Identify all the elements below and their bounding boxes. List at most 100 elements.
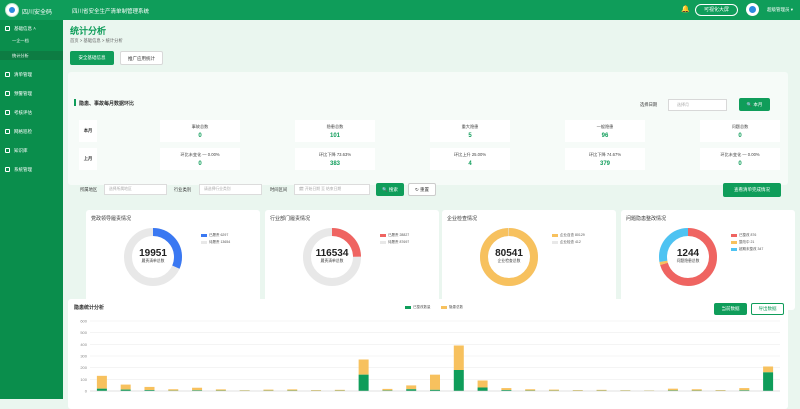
app-logo — [5, 3, 19, 17]
sidebar-item-checklist[interactable]: 清单管理 — [0, 70, 63, 79]
bar-total — [620, 390, 630, 391]
y-tick-label: 100 — [80, 377, 87, 382]
export-data-button[interactable]: 导出数据 — [751, 303, 784, 315]
bar-total — [192, 388, 202, 391]
donut-center: 1244问题隐患总数 — [658, 248, 718, 264]
legend-name: 企业检查 — [560, 240, 574, 244]
bar-total — [478, 381, 488, 388]
start-date-placeholder: 开始日期 — [305, 187, 320, 191]
month-picker[interactable]: 选择月 — [668, 99, 727, 111]
sidebar-subitem-statistics[interactable]: 统计分析 — [0, 51, 63, 60]
bar-total — [144, 387, 154, 390]
legend-item: 待履责 13654 — [201, 240, 230, 245]
donut-title: 行业部门履责情况 — [270, 215, 310, 222]
top-header: 四川安全码 四川省安全生产清单制管理系统 🔔 可视化大屏 超级管理员 ▾ — [0, 0, 800, 20]
donut-card-party: 党政领导履责情况 19951履责清单总数 已履责 6297 待履责 13654 — [86, 210, 260, 310]
legend-name: 已履责 — [209, 233, 220, 237]
bar-rectified — [359, 375, 369, 391]
sidebar-item-patrol[interactable]: 网格巡检 — [0, 127, 63, 136]
grid-icon — [5, 129, 10, 134]
bar-total — [359, 360, 369, 375]
sidebar-subitem-company[interactable]: 一企一档 — [0, 36, 63, 45]
legend-name: 整改中 — [739, 240, 750, 244]
current-data-button[interactable]: 当前数据 — [714, 303, 747, 315]
sidebar-item-basic[interactable]: 基础信息 ˄ — [0, 24, 63, 33]
legend-value: 6297 — [220, 233, 228, 237]
legend-item: 整改中 21 — [731, 240, 754, 245]
donut-center: 19951履责清单总数 — [123, 248, 183, 264]
gear-icon — [5, 167, 10, 172]
tab-safety-info[interactable]: 安全基础信息 — [70, 51, 114, 65]
legend-name: 已整改数量 — [413, 305, 431, 309]
sidebar-item-assessment[interactable]: 考核评估 — [0, 108, 63, 117]
bar-total — [668, 389, 678, 391]
donut-title: 党政领导履责情况 — [91, 215, 131, 222]
bigscreen-button[interactable]: 可视化大屏 — [695, 4, 738, 16]
main-content: 统计分析 首页 > 基础信息 > 统计分析 安全基础信息 推广应用统计 隐患、事… — [63, 20, 800, 399]
legend-name: 已履责 — [388, 233, 399, 237]
stat-label: 问题总数 — [700, 124, 780, 130]
sidebar-item-knowledge[interactable]: 知识库 — [0, 146, 63, 155]
donut-card-rectification: 问题隐患整改情况 1244问题隐患总数 已整改 876 整改中 21 超期未整改… — [621, 210, 795, 310]
search-button[interactable]: 🔍 搜索 — [376, 183, 404, 196]
change-text: 环比上升 25.00% — [430, 152, 510, 158]
row-label-this-month: 本月 — [79, 120, 97, 142]
date-range-input[interactable]: 🗓 开始日期 至 结束日期 — [294, 184, 370, 195]
legend-item: 已履责 28827 — [380, 233, 409, 238]
legend-item: 超期未整改 347 — [731, 247, 763, 252]
sidebar-item-label: 网格巡检 — [14, 129, 32, 134]
compare-title: 隐患、事故每月数据环比 — [79, 100, 134, 107]
sidebar-item-warning[interactable]: 预警管理 — [0, 89, 63, 98]
industry-label: 行业类别 — [174, 187, 191, 193]
this-month-button[interactable]: 🔍 本月 — [739, 98, 770, 111]
bar-total — [240, 390, 250, 391]
stat-value: 0 — [700, 133, 780, 139]
stat-value: 4 — [430, 161, 510, 167]
sidebar-item-label: 系统管理 — [14, 167, 32, 172]
checklist-report-button[interactable]: 查看清单完成情况 — [723, 183, 781, 197]
search-label: 搜索 — [389, 187, 398, 192]
stat-value: 0 — [700, 161, 780, 167]
reset-button[interactable]: ↻ 重置 — [408, 183, 436, 196]
region-label: 所属地区 — [80, 187, 97, 193]
sidebar-item-system[interactable]: 系统管理 — [0, 165, 63, 174]
change-text: 环比下降 74.67% — [565, 152, 645, 158]
date-sep: 至 — [321, 187, 325, 191]
donut-title: 企业检查情况 — [447, 215, 477, 222]
region-select[interactable]: 选择所属地区 — [104, 184, 167, 195]
change-text: 环比下降 73.63% — [295, 152, 375, 158]
bar-total — [121, 385, 131, 390]
page-title: 统计分析 — [70, 24, 106, 37]
end-date-placeholder: 结束日期 — [326, 187, 341, 191]
change-text: 环比未变化 — 0.00% — [160, 152, 240, 158]
change-hazards: 环比下降 73.63%383 — [295, 148, 375, 170]
user-menu[interactable]: 超级管理员 ▾ — [767, 7, 793, 13]
info-icon — [5, 26, 10, 31]
legend-value: 28827 — [399, 233, 409, 237]
industry-select[interactable]: 请选择行业类别 — [199, 184, 262, 195]
bar-total — [406, 385, 416, 389]
legend-value: 876 — [750, 233, 756, 237]
change-major: 环比上升 25.00% 4 — [430, 148, 510, 170]
stat-general: 一般隐患96 — [565, 120, 645, 142]
tab-promotion[interactable]: 推广应用统计 — [120, 51, 163, 65]
shield-icon — [5, 91, 10, 96]
donut-total: 1244 — [658, 248, 718, 259]
bar-total — [525, 389, 535, 390]
bar-total — [597, 390, 607, 391]
bar-rectified — [97, 389, 107, 391]
y-tick-label: 600 — [80, 319, 87, 324]
donut-center-label: 履责清单总数 — [123, 259, 183, 264]
y-tick-label: 500 — [80, 330, 87, 335]
avatar[interactable] — [746, 3, 759, 16]
legend-item: 已整改 876 — [731, 233, 756, 238]
sidebar-item-label: 统计分析 — [12, 53, 29, 58]
legend-name: 企业自查 — [560, 233, 574, 237]
bell-icon[interactable]: 🔔 — [681, 6, 690, 13]
stat-value: 101 — [295, 133, 375, 139]
legend-name: 隐患总数 — [449, 305, 463, 309]
donut-card-industry: 行业部门履责情况 116534履责清单总数 已履责 28827 待履责 8769… — [265, 210, 439, 310]
stat-label: 事故总数 — [160, 124, 240, 130]
y-tick-label: 400 — [80, 342, 87, 347]
sidebar-item-label: 考核评估 — [14, 110, 32, 115]
